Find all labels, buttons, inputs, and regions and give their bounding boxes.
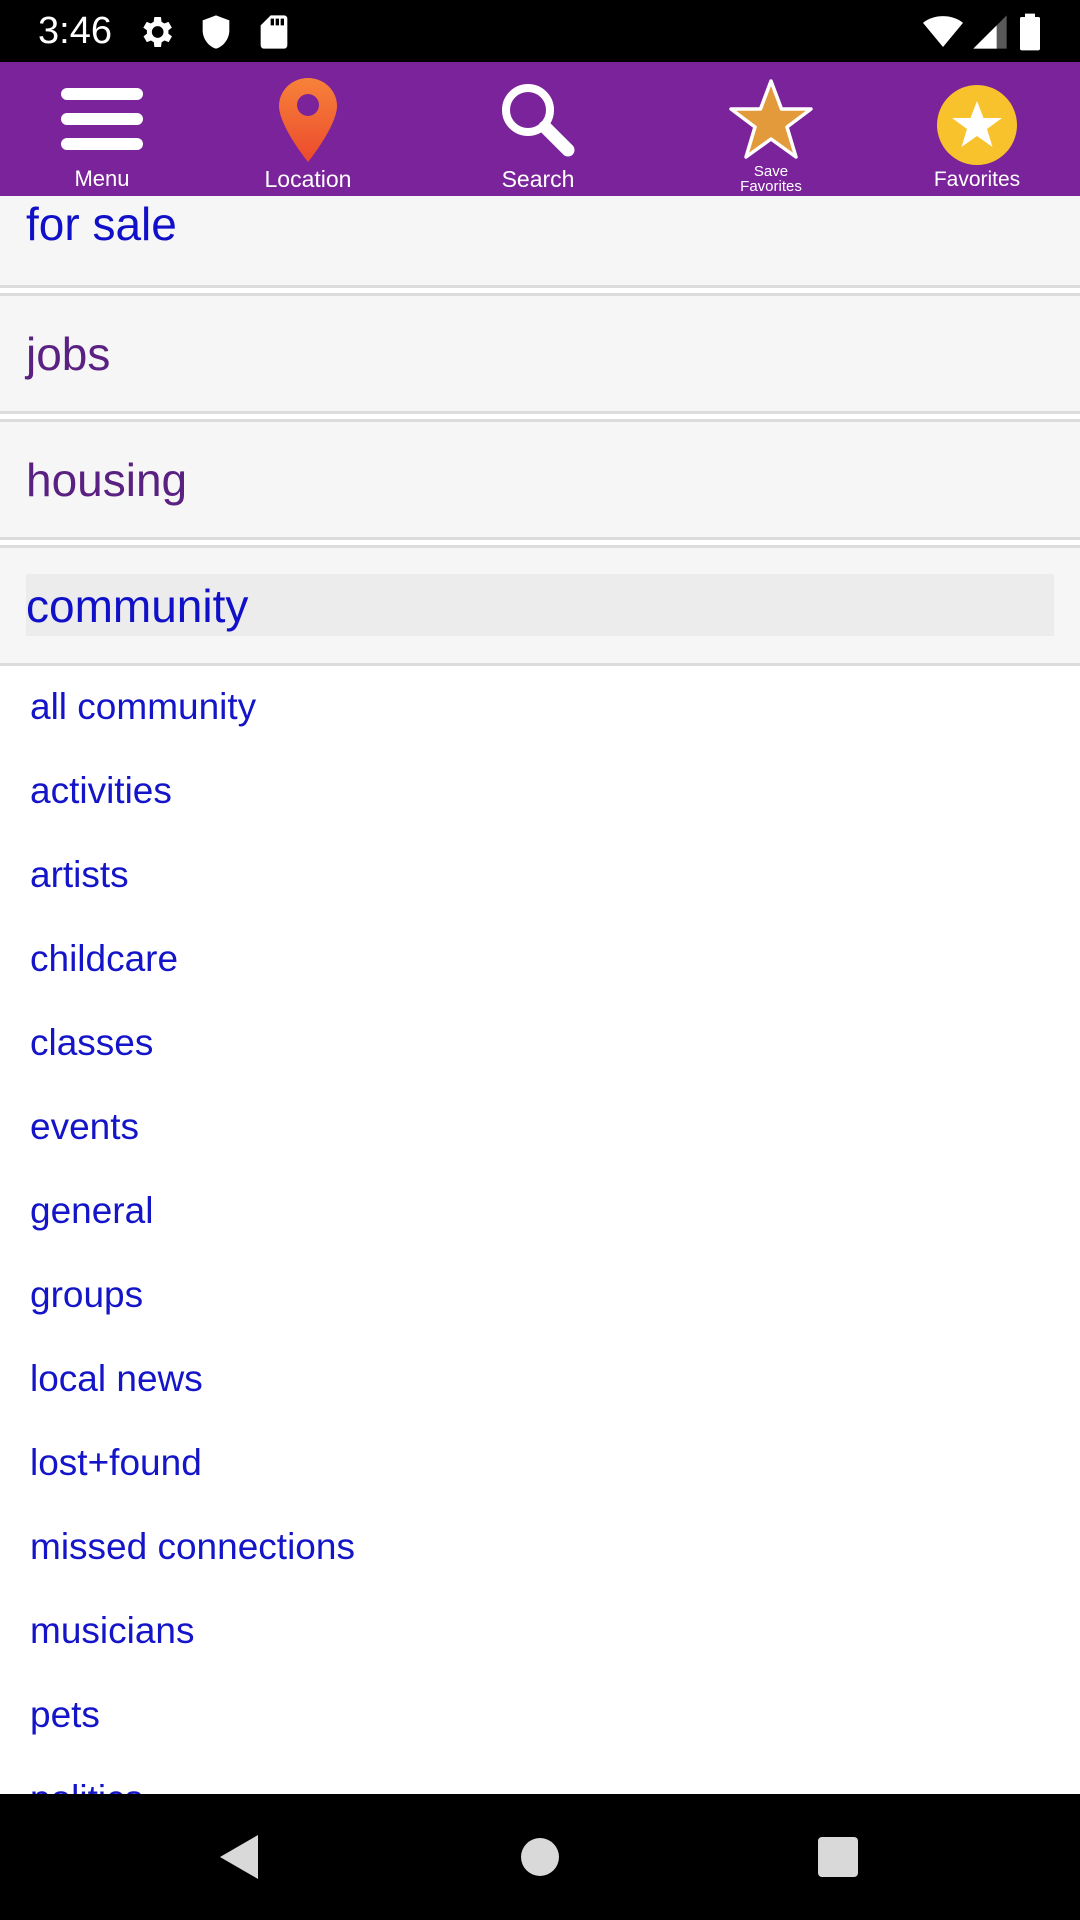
- menu-label: Menu: [74, 166, 130, 191]
- wifi-icon: [923, 16, 963, 47]
- subcategory-local-news[interactable]: local news: [30, 1356, 203, 1402]
- subcategory-activities[interactable]: activities: [30, 768, 172, 814]
- save-favorites-label-line2: Favorites: [740, 178, 802, 195]
- top-toolbar: Menu Location Search Save Favorites Favo…: [0, 62, 1080, 196]
- battery-icon: [1020, 13, 1040, 51]
- favorites-label: Favorites: [933, 168, 1021, 191]
- save-favorites-label-line1: Save: [753, 163, 789, 180]
- location-label: Location: [264, 166, 352, 192]
- recents-icon[interactable]: [808, 1827, 868, 1887]
- shield-icon: [202, 15, 230, 49]
- subcategory-events[interactable]: events: [30, 1104, 139, 1150]
- home-icon[interactable]: [510, 1827, 570, 1887]
- category-community-label: community: [26, 580, 249, 632]
- subcategory-musicians[interactable]: musicians: [30, 1608, 195, 1654]
- subcategory-all-community[interactable]: all community: [30, 684, 256, 730]
- search-icon: [502, 84, 575, 157]
- search-button[interactable]: Search: [476, 62, 600, 196]
- menu-button[interactable]: Menu: [40, 62, 164, 196]
- category-jobs[interactable]: jobs: [0, 296, 1080, 414]
- location-pin-icon: [279, 78, 337, 162]
- subcategory-groups[interactable]: groups: [30, 1272, 143, 1318]
- category-housing[interactable]: housing: [0, 422, 1080, 540]
- signal-icon: [973, 15, 1007, 49]
- status-bar: 3:46: [0, 0, 1080, 62]
- subcategory-childcare[interactable]: childcare: [30, 936, 178, 982]
- category-for-sale[interactable]: for sale: [0, 196, 1080, 288]
- search-label: Search: [501, 166, 575, 192]
- status-time: 3:46: [38, 10, 112, 52]
- save-star-icon: [729, 79, 813, 159]
- category-community[interactable]: community: [0, 548, 1080, 666]
- settings-icon: [143, 17, 172, 47]
- subcategory-classes[interactable]: classes: [30, 1020, 153, 1066]
- subcategory-artists[interactable]: artists: [30, 852, 129, 898]
- back-icon[interactable]: [210, 1827, 270, 1887]
- save-favorites-button[interactable]: Save Favorites: [706, 62, 836, 196]
- favorites-button[interactable]: Favorites: [920, 62, 1034, 196]
- subcategory-missed-connections[interactable]: missed connections: [30, 1524, 355, 1570]
- subcategory-pets[interactable]: pets: [30, 1692, 100, 1738]
- favorites-star-icon: [937, 85, 1017, 165]
- subcategory-lost-found[interactable]: lost+found: [30, 1440, 202, 1486]
- category-for-sale-label: for sale: [26, 198, 177, 250]
- category-jobs-label: jobs: [26, 328, 111, 380]
- sd-card-icon: [260, 15, 288, 49]
- location-button[interactable]: Location: [246, 62, 370, 196]
- hamburger-menu-icon: [61, 88, 143, 150]
- subcategory-general[interactable]: general: [30, 1188, 153, 1234]
- navigation-bar: [0, 1794, 1080, 1920]
- category-housing-label: housing: [26, 454, 188, 506]
